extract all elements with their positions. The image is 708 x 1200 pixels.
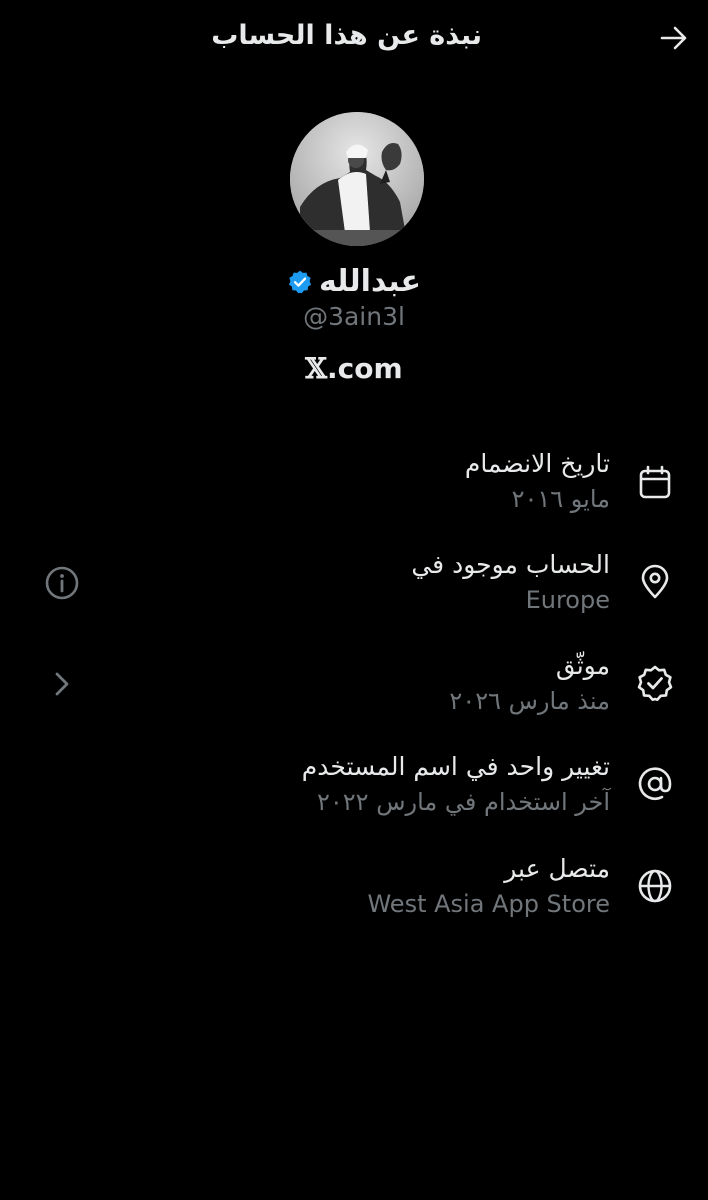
chevron-right-icon[interactable] [44,666,80,702]
detail-row-verified[interactable]: موثّق منذ مارس ٢٠٢٦ [0,648,708,738]
profile-photo [290,112,424,246]
detail-title: متصل عبر [504,854,610,883]
detail-title: تغيير واحد في اسم المستخدم [301,752,610,781]
detail-text: موثّق منذ مارس ٢٠٢٦ [449,648,610,718]
detail-value: Europe [525,586,610,614]
detail-value: منذ مارس ٢٠٢٦ [449,687,610,715]
verified-badge-icon[interactable] [287,269,313,295]
platform-label: 𝕏.com [0,352,708,385]
detail-row-connected-via: متصل عبر West Asia App Store [0,851,708,941]
at-sign-icon [638,767,672,800]
detail-title: تاريخ الانضمام [464,449,610,478]
verified-check-icon [637,665,673,701]
detail-value: آخر استخدام في مارس ٢٠٢٢ [317,788,610,816]
detail-text: متصل عبر West Asia App Store [367,851,610,921]
display-name: عبدالله [318,264,422,299]
detail-title: الحساب موجود في [411,550,610,579]
detail-title: موثّق [555,651,610,680]
detail-value: مايو ٢٠١٦ [511,485,610,513]
detail-text: الحساب موجود في Europe [411,547,610,617]
detail-text: تغيير واحد في اسم المستخدم آخر استخدام ف… [302,749,610,819]
detail-text: تاريخ الانضمام مايو ٢٠١٦ [465,446,610,516]
location-pin-icon [641,564,669,599]
page-title: نبذة عن هذا الحساب [211,20,482,51]
platform-domain: .com [327,352,403,385]
header-bar: نبذة عن هذا الحساب [0,0,708,76]
detail-row-username-change: تغيير واحد في اسم المستخدم آخر استخدام ف… [0,749,708,839]
detail-value: West Asia App Store [367,890,610,918]
info-icon[interactable] [44,565,80,601]
avatar[interactable] [290,112,424,246]
detail-row-location: الحساب موجود في Europe [0,547,708,637]
arrow-right-icon[interactable] [658,22,690,54]
detail-row-join-date: تاريخ الانضمام مايو ٢٠١٦ [0,446,708,536]
username-handle: @3ain3l [303,302,405,331]
x-logo-icon: 𝕏 [305,352,328,385]
globe-icon [638,869,672,903]
calendar-icon [639,465,671,499]
name-row: عبدالله [0,264,708,299]
